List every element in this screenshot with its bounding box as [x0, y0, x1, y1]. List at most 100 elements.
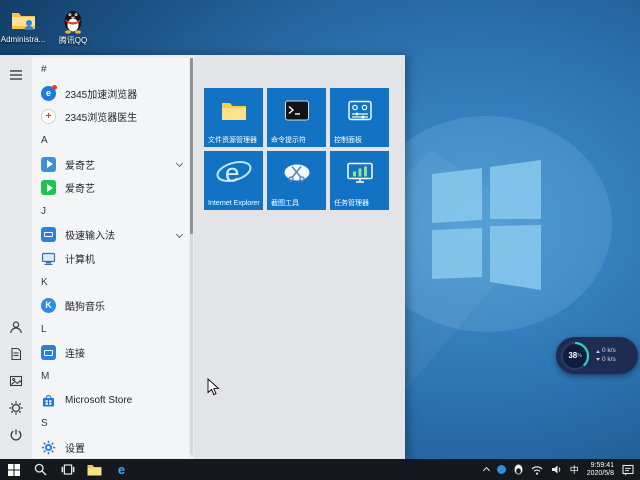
- hamburger-menu-icon[interactable]: [9, 68, 23, 82]
- chevron-down-icon[interactable]: [175, 231, 184, 239]
- tile-label: 控制面板: [334, 136, 362, 144]
- app-label: Microsoft Store: [65, 394, 133, 406]
- section-header-l[interactable]: L: [32, 318, 189, 342]
- snipping-tool-icon: [283, 162, 311, 189]
- windows-logo-icon: [7, 463, 20, 476]
- search-button[interactable]: [27, 459, 54, 480]
- input-method-indicator[interactable]: 中: [566, 459, 583, 480]
- group-iqiyi[interactable]: 爱奇艺: [32, 152, 189, 176]
- section-letter: J: [41, 205, 46, 217]
- pictures-icon[interactable]: [9, 374, 23, 388]
- scrollbar-thumb[interactable]: [190, 58, 193, 234]
- app-label: 连接: [65, 349, 85, 361]
- app-iqiyi[interactable]: 爱奇艺: [32, 176, 189, 200]
- desktop-icon-tencent-qq[interactable]: 腾讯QQ: [50, 6, 96, 46]
- start-menu: # e 2345加速浏览器 + 2345浏览器医生 A 爱奇艺 爱奇艺 J 极速…: [0, 55, 405, 460]
- start-button[interactable]: [0, 459, 27, 480]
- internet-explorer-icon: e: [215, 156, 253, 193]
- tile-label: 文件资源管理器: [208, 136, 257, 144]
- kugou-music-icon: K: [41, 298, 56, 314]
- app-computer[interactable]: 计算机: [32, 247, 189, 271]
- show-hidden-icons-button[interactable]: [480, 459, 493, 480]
- svg-text:e: e: [225, 157, 239, 187]
- tile-internet-explorer[interactable]: e Internet Explorer: [204, 151, 263, 210]
- documents-icon[interactable]: [9, 347, 23, 361]
- task-view-icon: [61, 464, 74, 475]
- app-label: 爱奇艺: [65, 160, 95, 172]
- app-connect[interactable]: 连接: [32, 341, 189, 365]
- section-header-s[interactable]: S: [32, 412, 189, 436]
- section-header-hash[interactable]: #: [32, 58, 189, 82]
- section-header-k[interactable]: K: [32, 270, 189, 294]
- tray-qq-icon[interactable]: [510, 459, 527, 480]
- taskbar: e 中 9:59:41 2020/5/8: [0, 459, 640, 480]
- desktop-icon-label: 腾讯QQ: [58, 36, 88, 45]
- app-settings[interactable]: 设置: [32, 436, 189, 459]
- usage-ring: 38%: [560, 341, 590, 371]
- tray-network-icon[interactable]: [527, 459, 547, 480]
- tray-volume-icon[interactable]: [547, 459, 566, 480]
- app-label: 爱奇艺: [65, 184, 95, 196]
- app-label: 极速输入法: [65, 231, 115, 243]
- tile-label: 任务管理器: [334, 199, 369, 207]
- start-tile-panel: 文件资源管理器 命令提示符 控制面板 e Internet Explorer 截…: [194, 55, 405, 460]
- chevron-down-icon[interactable]: [175, 160, 184, 168]
- action-center-button[interactable]: [618, 459, 638, 480]
- edge-browser-taskbar-button[interactable]: e: [108, 459, 135, 480]
- tile-control-panel[interactable]: 控制面板: [330, 88, 389, 147]
- edge-e-icon: e: [117, 462, 126, 477]
- section-header-m[interactable]: M: [32, 365, 189, 389]
- file-explorer-folder-icon: [221, 100, 247, 126]
- section-header-j[interactable]: J: [32, 200, 189, 224]
- group-jisu-input-method[interactable]: 极速输入法: [32, 223, 189, 247]
- task-manager-icon: [346, 162, 373, 189]
- app-list-scrollbar[interactable]: [190, 58, 193, 455]
- tile-task-manager[interactable]: 任务管理器: [330, 151, 389, 210]
- network-speed-widget[interactable]: 38% 0 k/s 0 k/s: [556, 337, 638, 374]
- settings-gear-icon[interactable]: [9, 401, 23, 415]
- microsoft-store-icon: [41, 393, 56, 408]
- iqiyi-icon: [41, 180, 56, 196]
- app-label: 计算机: [65, 255, 95, 267]
- app-2345-speed-browser[interactable]: e 2345加速浏览器: [32, 82, 189, 106]
- tile-grid: 文件资源管理器 命令提示符 控制面板 e Internet Explorer 截…: [204, 88, 389, 210]
- section-header-a[interactable]: A: [32, 129, 189, 153]
- taskbar-clock[interactable]: 9:59:41 2020/5/8: [583, 459, 618, 480]
- file-explorer-taskbar-button[interactable]: [81, 459, 108, 480]
- tray-2345-icon[interactable]: [493, 459, 510, 480]
- upload-speed: 0 k/s: [602, 347, 616, 354]
- tile-file-explorer[interactable]: 文件资源管理器: [204, 88, 263, 147]
- power-icon[interactable]: [9, 428, 23, 442]
- tile-label: 截图工具: [271, 199, 299, 207]
- tile-snipping-tool[interactable]: 截图工具: [267, 151, 326, 210]
- folder-icon: [87, 465, 102, 476]
- action-center-icon: [622, 464, 634, 475]
- app-microsoft-store[interactable]: Microsoft Store: [32, 388, 189, 412]
- desktop-icon-administrator[interactable]: Administra...: [0, 6, 46, 44]
- jisu-ime-icon: [41, 227, 56, 243]
- task-view-button[interactable]: [54, 459, 81, 480]
- clock-time: 9:59:41: [590, 461, 614, 469]
- start-menu-rail: [0, 55, 32, 460]
- user-account-icon[interactable]: [9, 320, 23, 334]
- administrator-folder-icon: [10, 6, 37, 34]
- section-letter: M: [41, 371, 50, 383]
- system-tray: 中 9:59:41 2020/5/8: [480, 459, 640, 480]
- app-kugou-music[interactable]: K 酷狗音乐: [32, 294, 189, 318]
- app-label: 设置: [65, 443, 85, 455]
- tile-label: Internet Explorer: [208, 199, 260, 207]
- app-label: 酷狗音乐: [65, 302, 105, 314]
- desktop: Administra... 腾讯QQ # e 2345加速浏览器 + 2345浏…: [0, 0, 640, 480]
- 2345-browser-icon: e: [41, 84, 57, 101]
- download-speed: 0 k/s: [602, 355, 616, 363]
- qq-penguin-icon: [60, 6, 87, 34]
- speed-readouts: 0 k/s 0 k/s: [596, 347, 616, 363]
- control-panel-icon: [347, 100, 372, 125]
- tile-command-prompt[interactable]: 命令提示符: [267, 88, 326, 147]
- app-2345-browser-doctor[interactable]: + 2345浏览器医生: [32, 105, 189, 129]
- upload-arrow-icon: [596, 349, 600, 353]
- browser-doctor-icon: +: [41, 109, 56, 125]
- app-label: 2345加速浏览器: [65, 89, 138, 101]
- app-label: 2345浏览器医生: [65, 113, 138, 125]
- badge-dot: [52, 84, 57, 90]
